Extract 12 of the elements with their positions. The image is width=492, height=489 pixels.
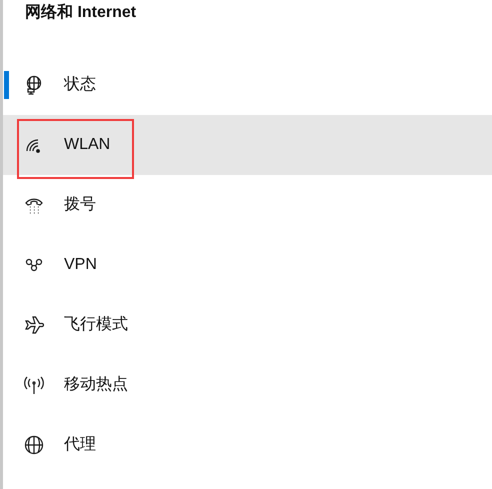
nav-label: VPN (64, 255, 97, 275)
nav-label: WLAN (64, 135, 110, 155)
airplane-icon (24, 315, 44, 335)
page-title: 网络和 Internet (24, 2, 136, 23)
globe-monitor-icon (24, 75, 44, 95)
nav-label: 代理 (64, 435, 96, 455)
nav-label: 飞行模式 (64, 314, 128, 335)
nav-label: 移动热点 (64, 374, 128, 395)
globe-icon (24, 435, 44, 455)
nav-label: 状态 (64, 74, 96, 95)
antenna-icon (24, 375, 44, 395)
nav-label: 拨号 (64, 195, 96, 215)
